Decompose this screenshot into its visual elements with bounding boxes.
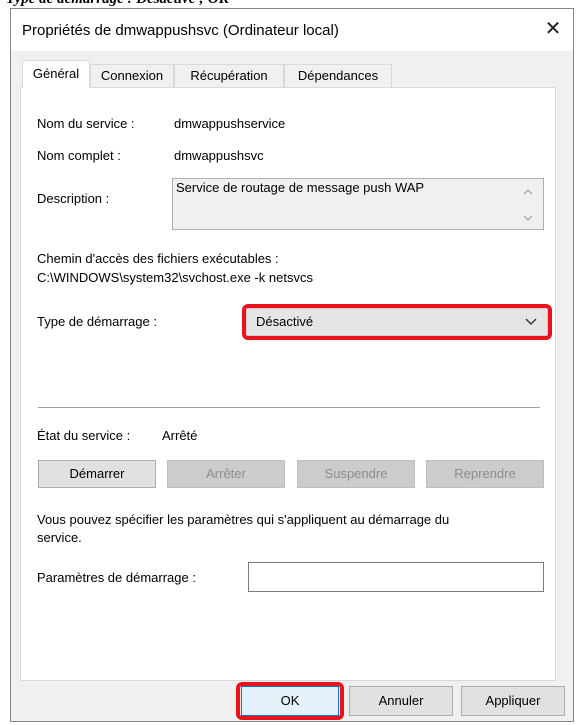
- path-value: C:\WINDOWS\system32\svchost.exe -k netsv…: [37, 270, 313, 285]
- tab-recuperation[interactable]: Récupération: [174, 64, 284, 87]
- caption-text: Type de démarrage : Désactivé ; OK: [6, 0, 229, 8]
- cancel-button[interactable]: Annuler: [349, 686, 453, 716]
- apply-button[interactable]: Appliquer: [461, 686, 565, 716]
- chevron-down-icon[interactable]: [522, 312, 540, 330]
- pause-button[interactable]: Suspendre: [297, 460, 415, 488]
- divider: [38, 407, 540, 408]
- tab-connexion[interactable]: Connexion: [90, 64, 174, 87]
- stop-button[interactable]: Arrêter: [167, 460, 285, 488]
- close-icon[interactable]: ✕: [540, 16, 566, 42]
- description-label: Description :: [37, 191, 110, 206]
- start-button[interactable]: Démarrer: [38, 460, 156, 488]
- service-name-label: Nom du service :: [37, 116, 135, 131]
- status-value: Arrêté: [162, 428, 198, 443]
- tab-dependances[interactable]: Dépendances: [284, 64, 392, 87]
- display-name-label: Nom complet :: [37, 148, 121, 163]
- tab-general[interactable]: Général: [22, 60, 90, 88]
- hint-line-1: Vous pouvez spécifier les paramètres qui…: [37, 512, 450, 527]
- dialog-title: Propriétés de dmwappushsvc (Ordinateur l…: [22, 22, 339, 39]
- start-params-field[interactable]: [249, 563, 543, 591]
- startup-type-value: Désactivé: [256, 314, 314, 329]
- scroll-down-icon[interactable]: [521, 211, 535, 225]
- service-name-value: dmwappushservice: [174, 116, 286, 131]
- ok-button[interactable]: OK: [241, 686, 339, 716]
- scroll-up-icon[interactable]: [521, 185, 535, 199]
- display-name-value: dmwappushsvc: [174, 148, 264, 163]
- resume-button[interactable]: Reprendre: [426, 460, 544, 488]
- start-params-label: Paramètres de démarrage :: [37, 570, 196, 585]
- startup-type-label: Type de démarrage :: [37, 314, 157, 329]
- status-label: État du service :: [37, 428, 131, 443]
- hint-line-2: service.: [37, 530, 82, 545]
- path-label: Chemin d'accès des fichiers exécutables …: [37, 251, 279, 266]
- description-value: Service de routage de message push WAP: [176, 180, 425, 195]
- start-params-input[interactable]: [248, 562, 544, 592]
